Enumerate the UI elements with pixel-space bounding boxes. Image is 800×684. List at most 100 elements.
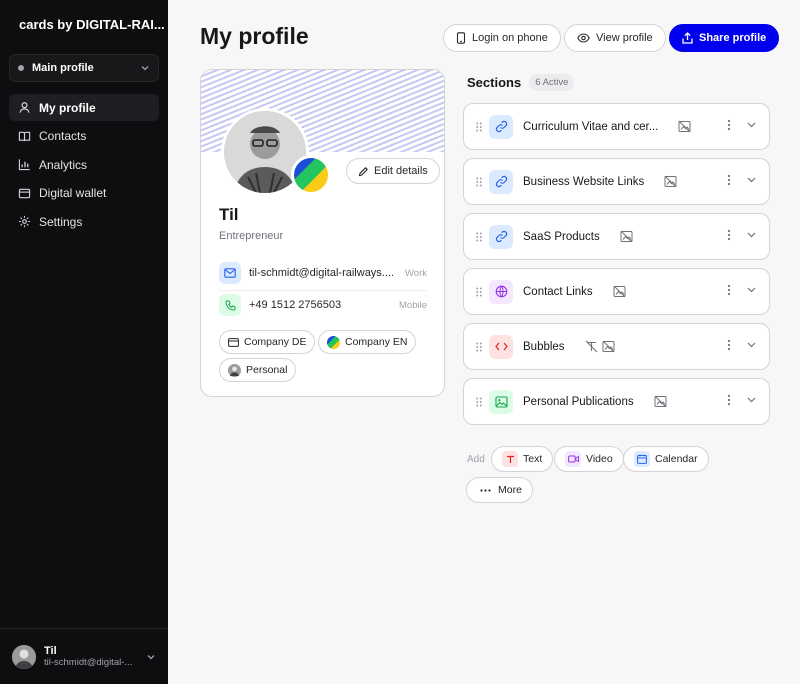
brand-name: cards by DIGITAL-RAI... <box>19 17 165 32</box>
sidebar: cards by DIGITAL-RAI... Main profile My … <box>0 0 168 684</box>
chevron-updown-icon <box>146 652 156 662</box>
eye-icon <box>577 33 590 43</box>
user-name: Til <box>44 645 57 657</box>
more-vertical-icon[interactable] <box>727 339 731 351</box>
phone-tag: Mobile <box>399 299 427 311</box>
gear-icon <box>17 215 31 229</box>
section-row[interactable]: SaaS Products <box>463 213 770 260</box>
chevron-down-icon[interactable] <box>746 229 757 240</box>
add-label: Add <box>467 454 485 465</box>
add-calendar-button[interactable]: Calendar <box>623 446 709 472</box>
login-on-phone-label: Login on phone <box>472 32 548 44</box>
status-dot <box>18 65 24 71</box>
sections-header: Sections 6 Active <box>467 74 575 91</box>
hidden-image-icon <box>664 175 677 188</box>
page-title: My profile <box>200 23 309 49</box>
more-vertical-icon[interactable] <box>727 394 731 406</box>
sections-title: Sections <box>467 75 522 90</box>
sidebar-item-my-profile[interactable]: My profile <box>9 94 159 121</box>
link-icon <box>489 224 513 249</box>
more-vertical-icon[interactable] <box>727 284 731 296</box>
link-icon <box>489 114 513 139</box>
email-value: til-schmidt@digital-railways.... <box>249 267 395 279</box>
phone-row[interactable]: +49 1512 2756503 Mobile <box>219 293 427 317</box>
user-menu[interactable]: Til til-schmidt@digital-... <box>0 628 168 684</box>
chevron-down-icon[interactable] <box>746 174 757 185</box>
wallet-icon <box>17 186 31 200</box>
section-label: Personal Publications <box>523 395 634 408</box>
share-profile-label: Share profile <box>699 32 767 44</box>
chip-label: Personal <box>246 364 288 376</box>
add-more-button[interactable]: More <box>466 477 533 503</box>
video-icon <box>565 451 581 467</box>
pencil-icon <box>358 166 369 177</box>
section-row[interactable]: Bubbles <box>463 323 770 370</box>
section-row[interactable]: Business Website Links <box>463 158 770 205</box>
hidden-image-icon <box>654 395 667 408</box>
bar-chart-icon <box>17 158 31 172</box>
image-icon <box>489 389 513 414</box>
company-logo-badge <box>291 155 331 195</box>
sidebar-item-digital-wallet[interactable]: Digital wallet <box>9 180 159 207</box>
login-on-phone-button[interactable]: Login on phone <box>443 24 561 52</box>
hidden-image-icon <box>678 120 691 133</box>
email-row[interactable]: til-schmidt@digital-railways.... Work <box>219 261 427 285</box>
sidebar-item-label: Digital wallet <box>39 186 107 200</box>
company-logo-icon <box>327 335 340 349</box>
add-text-button[interactable]: Text <box>491 446 554 472</box>
add-video-button[interactable]: Video <box>554 446 624 472</box>
chevron-down-icon[interactable] <box>746 339 757 350</box>
chevron-down-icon[interactable] <box>746 284 757 295</box>
phone-call-icon <box>219 294 241 316</box>
drag-handle-icon[interactable] <box>476 342 482 352</box>
share-profile-button[interactable]: Share profile <box>669 24 780 52</box>
view-profile-button[interactable]: View profile <box>564 24 666 52</box>
hidden-text-icon <box>585 340 598 353</box>
phone-value: +49 1512 2756503 <box>249 299 342 311</box>
section-row[interactable]: Personal Publications <box>463 378 770 425</box>
more-vertical-icon[interactable] <box>727 174 731 186</box>
drag-handle-icon[interactable] <box>476 232 482 242</box>
drag-handle-icon[interactable] <box>476 122 482 132</box>
section-row[interactable]: Curriculum Vitae and cer... <box>463 103 770 150</box>
add-calendar-label: Calendar <box>655 453 698 465</box>
profile-select-label: Main profile <box>32 62 94 74</box>
card-icon <box>228 337 239 347</box>
drag-handle-icon[interactable] <box>476 177 482 187</box>
divider <box>219 290 427 291</box>
profile-select[interactable]: Main profile <box>9 54 159 82</box>
chevron-down-icon[interactable] <box>746 394 757 405</box>
chevron-down-icon[interactable] <box>746 119 757 130</box>
more-vertical-icon[interactable] <box>727 119 731 131</box>
hidden-image-icon <box>602 340 615 353</box>
section-row[interactable]: Contact Links <box>463 268 770 315</box>
email-tag: Work <box>405 267 427 279</box>
share-icon <box>682 32 693 44</box>
add-video-label: Video <box>586 453 613 465</box>
calendar-icon <box>634 451 650 467</box>
link-icon <box>489 169 513 194</box>
more-vertical-icon[interactable] <box>727 229 731 241</box>
edit-details-button[interactable]: Edit details <box>346 158 440 184</box>
avatar <box>12 644 36 669</box>
sidebar-item-analytics[interactable]: Analytics <box>9 151 159 178</box>
chip-label: Company DE <box>244 336 307 348</box>
drag-handle-icon[interactable] <box>476 397 482 407</box>
sidebar-item-settings[interactable]: Settings <box>9 208 159 235</box>
sections-count-badge: 6 Active <box>529 74 575 91</box>
sidebar-item-contacts[interactable]: Contacts <box>9 123 159 150</box>
chevron-down-icon <box>140 63 150 73</box>
section-label: Curriculum Vitae and cer... <box>523 120 659 133</box>
section-label: SaaS Products <box>523 230 600 243</box>
drag-handle-icon[interactable] <box>476 287 482 297</box>
card-chip-company-en[interactable]: Company EN <box>318 330 417 354</box>
mail-icon <box>219 262 241 284</box>
hidden-image-icon <box>620 230 633 243</box>
user-icon <box>17 101 31 115</box>
card-chip-personal[interactable]: Personal <box>219 358 297 382</box>
ellipsis-icon <box>477 482 493 498</box>
profile-name: Til <box>219 205 239 224</box>
sidebar-nav: My profile Contacts Analytics Digital wa… <box>9 94 159 237</box>
sidebar-item-label: Settings <box>39 214 83 229</box>
card-chip-company-de[interactable]: Company DE <box>219 330 316 354</box>
